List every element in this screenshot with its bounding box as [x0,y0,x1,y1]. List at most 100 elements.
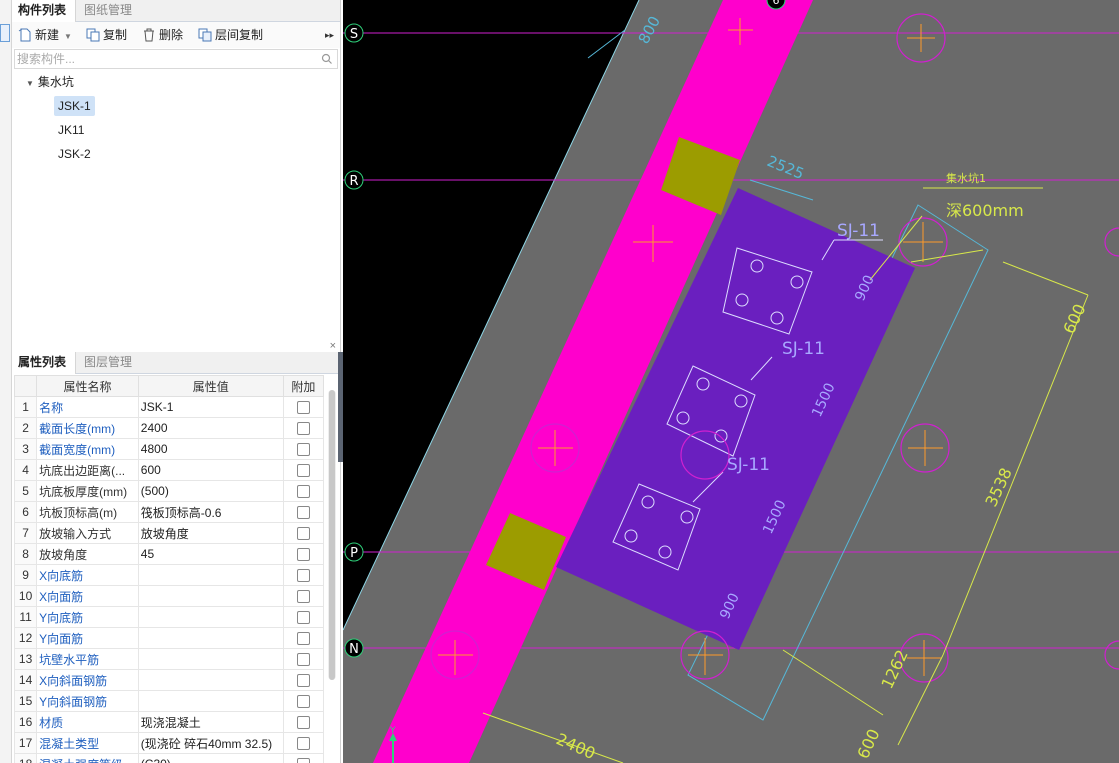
extra-checkbox[interactable] [296,548,310,562]
floor-copy-button[interactable]: 层间复制 [198,25,263,45]
property-value[interactable] [137,585,284,607]
component-toolbar: 新建 ▼ 复制 删除 层间复制 ▸▸ [12,22,340,48]
property-value[interactable] [137,627,284,649]
property-value[interactable]: 45 [137,543,284,565]
property-value[interactable] [137,669,284,691]
table-row[interactable]: 16 材质 现浇混凝土 [13,711,325,733]
table-row[interactable]: 7 放坡输入方式 放坡角度 [13,522,325,544]
extra-checkbox[interactable] [296,401,310,415]
property-value[interactable] [137,564,284,586]
extra-checkbox[interactable] [296,464,310,478]
row-index: 12 [13,627,38,649]
extra-checkbox[interactable] [296,527,310,541]
table-row[interactable]: 14 X向斜面钢筋 [13,669,325,691]
cad-drawing[interactable]: S R P N 6 800 2525 900 1500 1500 900 600… [343,0,1119,763]
property-extra-cell [282,417,325,439]
cad-canvas[interactable]: S R P N 6 800 2525 900 1500 1500 900 600… [343,0,1119,763]
property-name: Y向面筋 [36,627,139,649]
property-name: X向底筋 [36,564,139,586]
property-value[interactable] [137,648,284,670]
header-extra: 附加 [282,375,325,397]
search-input[interactable] [17,51,317,67]
axis-label-r: R [349,174,358,189]
axis-label-n: N [349,642,359,657]
table-row[interactable]: 9 X向底筋 [13,564,325,586]
property-value[interactable]: (C30) [137,753,284,763]
property-value[interactable]: 600 [137,459,284,481]
close-icon[interactable]: × [330,340,336,352]
table-row[interactable]: 11 Y向底筋 [13,606,325,628]
extra-checkbox[interactable] [296,695,310,709]
property-value[interactable]: 筏板顶标高-0.6 [137,501,284,523]
delete-button[interactable]: 删除 [142,25,183,45]
delete-button-label: 删除 [159,28,184,42]
extra-checkbox[interactable] [296,422,310,436]
tree-item-jsk-2[interactable]: JSK-2 [54,144,95,164]
table-row[interactable]: 4 坑底出边距离(... 600 [13,459,325,481]
extra-checkbox[interactable] [296,716,310,730]
property-name: Y向斜面钢筋 [36,690,139,712]
collapse-arrow-icon[interactable]: ▼ [26,79,34,88]
extra-checkbox[interactable] [296,674,310,688]
extra-checkbox[interactable] [296,569,310,583]
component-panel: 构件列表 图纸管理 新建▼ 复制 删除 层间复制 ▸▸ ▼集水坑 [12,0,341,340]
copy-button-label: 复制 [103,28,128,42]
extra-checkbox[interactable] [296,632,310,646]
property-value[interactable]: 4800 [137,438,284,460]
row-index: 16 [13,711,38,733]
property-value[interactable]: (500) [137,480,284,502]
property-value[interactable]: (现浇砼 碎石40mm 32.5) [137,732,284,754]
property-value[interactable] [137,690,284,712]
table-row[interactable]: 13 坑壁水平筋 [13,648,325,670]
extra-checkbox[interactable] [296,737,310,751]
extra-checkbox[interactable] [296,506,310,520]
toolbar-overflow-icon[interactable]: ▸▸ [325,25,334,45]
label-sj11-a: SJ-11 [837,221,880,241]
extra-checkbox[interactable] [296,590,310,604]
table-row[interactable]: 10 X向面筋 [13,585,325,607]
tab-drawing-management[interactable]: 图纸管理 [78,0,142,22]
table-row[interactable]: 3 截面宽度(mm) 4800 [13,438,325,460]
table-row[interactable]: 6 坑板顶标高(m) 筏板顶标高-0.6 [13,501,325,523]
extra-checkbox[interactable] [296,611,310,625]
left-edge-strip [0,0,12,763]
table-row[interactable]: 17 混凝土类型 (现浇砼 碎石40mm 32.5) [13,732,325,754]
property-value[interactable] [137,606,284,628]
dropdown-arrow-icon[interactable]: ▼ [64,32,72,41]
property-value[interactable]: 现浇混凝土 [137,711,284,733]
new-button[interactable]: 新建 ▼ [18,25,72,45]
table-row[interactable]: 1 名称 JSK-1 [13,396,325,418]
extra-checkbox[interactable] [296,443,310,457]
panel-toggle-button[interactable] [0,24,10,42]
tab-layer-management[interactable]: 图层管理 [78,352,142,374]
property-value[interactable]: JSK-1 [137,396,284,418]
extra-checkbox[interactable] [296,758,310,763]
tree-item-jk11[interactable]: JK11 [54,120,88,140]
property-extra-cell [282,648,325,670]
table-row[interactable]: 18混凝土强度等级(C30) [13,753,325,763]
extra-checkbox[interactable] [296,653,310,667]
table-row[interactable]: 2 截面长度(mm) 2400 [13,417,325,439]
tab-property-list[interactable]: 属性列表 [12,352,76,374]
table-row[interactable]: 15 Y向斜面钢筋 [13,690,325,712]
app-window: 构件列表 图纸管理 新建▼ 复制 删除 层间复制 ▸▸ ▼集水坑 [0,0,1119,763]
scrollbar-thumb[interactable] [329,390,335,680]
axis-label-s: S [350,27,358,42]
tree-group-label: 集水坑 [37,75,74,89]
property-scrollbar[interactable] [328,390,336,680]
table-row[interactable]: 12 Y向面筋 [13,627,325,649]
table-row[interactable]: 8 放坡角度 45 [13,543,325,565]
copy-button[interactable]: 复制 [86,25,127,45]
search-icon[interactable] [321,53,333,65]
tree-item-jsk-1[interactable]: JSK-1 [54,96,95,116]
tree-group-sump-pit[interactable]: ▼ 集水坑 [26,72,74,92]
property-value[interactable]: 2400 [137,417,284,439]
property-value[interactable]: 放坡角度 [137,522,284,544]
tab-component-list[interactable]: 构件列表 [12,0,76,22]
extra-checkbox[interactable] [296,485,310,499]
property-extra-cell [282,690,325,712]
property-extra-cell [282,522,325,544]
table-row[interactable]: 5 坑底板厚度(mm) (500) [13,480,325,502]
label-sj11-b: SJ-11 [782,339,825,359]
floor-copy-icon [198,28,212,42]
